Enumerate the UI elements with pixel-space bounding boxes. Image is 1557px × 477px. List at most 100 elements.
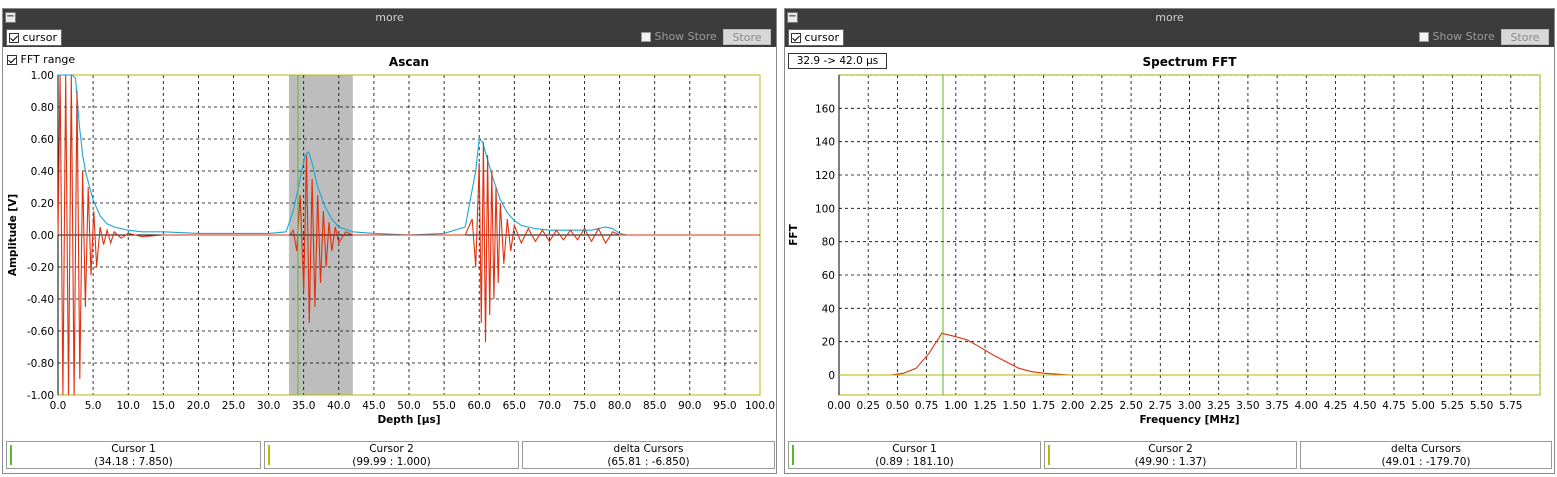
cursor-2-label: Cursor 2 — [1148, 443, 1193, 455]
x-tick-label: 45.0 — [362, 400, 385, 412]
x-tick-label: 1.50 — [1003, 400, 1026, 412]
chart-title: Ascan — [389, 55, 429, 69]
cursor-1-value: (0.89 : 181.10) — [875, 456, 954, 468]
y-tick-label: 140 — [815, 137, 835, 149]
chart-title: Spectrum FFT — [1143, 55, 1238, 69]
x-tick-label: 4.25 — [1324, 400, 1347, 412]
y-axis-label: Amplitude [V] — [7, 194, 19, 276]
delta-cursors-value: (65.81 : -6.850) — [607, 456, 690, 468]
ascan-chart[interactable]: Ascan0.0 5.0 10.0 15.0 20.0 25.0 30.0 35.0 40.0 4… — [3, 47, 776, 441]
cursor-checkbox-label: cursor — [804, 31, 840, 44]
x-tick-label: 70.0 — [538, 400, 561, 412]
x-tick-label: 2.00 — [1061, 400, 1084, 412]
cursor-2-readout: Cursor 2 (99.99 : 1.000) — [264, 441, 519, 469]
y-tick-label: -0.40 — [27, 294, 54, 306]
ascan-panel: − more cursor Show Store Store FFT range… — [2, 8, 777, 474]
x-tick-label: 0.00 — [827, 400, 850, 412]
collapse-icon[interactable]: − — [5, 12, 16, 23]
cursor-1-marker — [792, 445, 794, 465]
y-tick-label: 0 — [828, 370, 835, 382]
toolbar: cursor Show Store Store — [785, 27, 1554, 47]
x-tick-label: 3.50 — [1236, 400, 1259, 412]
x-tick-label: 0.50 — [886, 400, 909, 412]
x-tick-label: 3.00 — [1178, 400, 1201, 412]
show-store-checkbox[interactable]: Show Store — [1419, 30, 1495, 44]
delta-cursors-label: delta Cursors — [1391, 443, 1461, 455]
spectrum-chart[interactable]: Spectrum FFT 0.00 0.25 0.50 0.75 1.00 1.25 1.50… — [785, 47, 1554, 441]
x-tick-label: 2.75 — [1149, 400, 1172, 412]
x-tick-label: 5.00 — [1411, 400, 1434, 412]
x-tick-label: 25.0 — [222, 400, 245, 412]
x-tick-label: 1.75 — [1032, 400, 1055, 412]
x-tick-label: 15.0 — [152, 400, 175, 412]
y-axis-label: FFT — [788, 223, 800, 245]
cursor-checkbox-label: cursor — [22, 31, 58, 44]
x-tick-label: 10.0 — [117, 400, 140, 412]
x-tick-label: 30.0 — [257, 400, 280, 412]
x-tick-label: 1.00 — [944, 400, 967, 412]
cursor-2-value: (99.99 : 1.000) — [352, 456, 431, 468]
checkbox-unchecked-icon[interactable] — [641, 32, 651, 42]
spectrum-panel: − more cursor Show Store Store 32.9 -> 4… — [784, 8, 1555, 474]
y-tick-label: 80 — [822, 237, 835, 249]
store-button[interactable]: Store — [1501, 29, 1549, 45]
x-tick-label: 2.50 — [1119, 400, 1142, 412]
cursor-checkbox[interactable]: cursor — [788, 29, 845, 46]
cursor-checkbox[interactable]: cursor — [6, 29, 63, 46]
cursor-1-label: Cursor 1 — [111, 443, 156, 455]
y-tick-label: -0.80 — [27, 358, 54, 370]
show-store-label: Show Store — [654, 30, 717, 43]
delta-cursors-readout: delta Cursors (49.01 : -179.70) — [1300, 441, 1552, 469]
y-tick-label: 120 — [815, 170, 835, 182]
y-tick-label: 0.80 — [31, 102, 54, 114]
more-bar[interactable]: − more — [785, 9, 1554, 27]
x-tick-label: 75.0 — [573, 400, 596, 412]
y-tick-label: 0.20 — [31, 198, 54, 210]
x-tick-label: 4.00 — [1295, 400, 1318, 412]
store-button[interactable]: Store — [723, 29, 771, 45]
cursor-1-readout: Cursor 1 (0.89 : 181.10) — [788, 441, 1041, 469]
x-tick-label: 85.0 — [643, 400, 666, 412]
y-tick-label: 40 — [822, 303, 835, 315]
cursor-1-label: Cursor 1 — [892, 443, 937, 455]
series-line-0 — [839, 332, 1071, 376]
cursor-2-value: (49.90 : 1.37) — [1134, 456, 1207, 468]
checkbox-checked-icon[interactable] — [9, 33, 19, 43]
delta-cursors-readout: delta Cursors (65.81 : -6.850) — [522, 441, 775, 469]
x-tick-label: 5.0 — [85, 400, 102, 412]
x-tick-label: 100.0 — [745, 400, 775, 412]
x-tick-label: 4.50 — [1353, 400, 1376, 412]
y-tick-label: 160 — [815, 103, 835, 115]
x-tick-label: 0.25 — [857, 400, 880, 412]
x-tick-label: 55.0 — [432, 400, 455, 412]
y-tick-label: 20 — [822, 337, 835, 349]
x-axis-label: Frequency [MHz] — [1139, 414, 1239, 426]
collapse-icon[interactable]: − — [787, 12, 798, 23]
cursor-2-readout: Cursor 2 (49.90 : 1.37) — [1044, 441, 1297, 469]
x-tick-label: 5.75 — [1499, 400, 1522, 412]
show-store-label: Show Store — [1432, 30, 1495, 43]
cursor-1-readout: Cursor 1 (34.18 : 7.850) — [6, 441, 261, 469]
y-tick-label: 0.00 — [31, 230, 54, 242]
cursor-2-marker — [268, 445, 270, 465]
x-tick-label: 35.0 — [292, 400, 315, 412]
y-tick-label: 0.60 — [31, 134, 54, 146]
toolbar: cursor Show Store Store — [3, 27, 776, 47]
show-store-checkbox[interactable]: Show Store — [641, 30, 717, 44]
delta-cursors-label: delta Cursors — [613, 443, 684, 455]
x-tick-label: 50.0 — [397, 400, 420, 412]
x-tick-label: 60.0 — [468, 400, 491, 412]
checkbox-checked-icon[interactable] — [791, 33, 801, 43]
more-label[interactable]: more — [1155, 11, 1184, 24]
x-tick-label: 95.0 — [713, 400, 736, 412]
y-tick-label: -0.60 — [27, 326, 54, 338]
checkbox-unchecked-icon[interactable] — [1419, 32, 1429, 42]
x-tick-label: 1.25 — [973, 400, 996, 412]
more-bar[interactable]: − more — [3, 9, 776, 27]
more-label[interactable]: more — [375, 11, 404, 24]
x-tick-label: 40.0 — [327, 400, 350, 412]
x-tick-label: 5.50 — [1470, 400, 1493, 412]
x-tick-label: 90.0 — [678, 400, 701, 412]
y-tick-label: -0.20 — [27, 262, 54, 274]
y-tick-label: 100 — [815, 203, 835, 215]
